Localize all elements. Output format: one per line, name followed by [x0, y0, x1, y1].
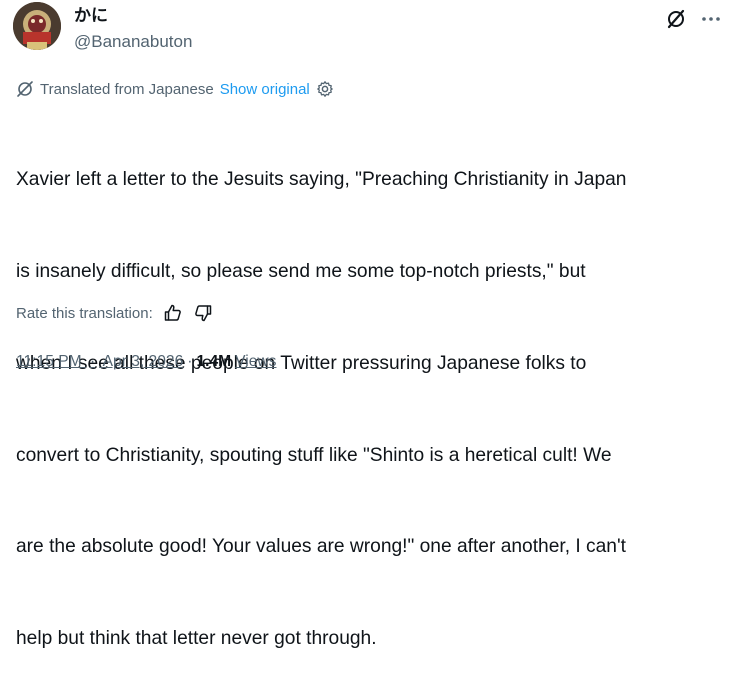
author-display-name[interactable]: かに	[74, 6, 108, 26]
tweet-date[interactable]: Apr 3, 2026	[103, 353, 184, 370]
show-original-link[interactable]: Show original	[220, 81, 310, 98]
tweet-text-line: Xavier left a letter to the Jesuits sayi…	[16, 169, 627, 191]
tweet-text-line: are the absolute good! Your values are w…	[16, 536, 626, 558]
grok-icon[interactable]	[665, 8, 687, 30]
thumbs-down-icon[interactable]	[193, 303, 213, 323]
rate-translation-label: Rate this translation:	[16, 304, 153, 322]
tweet-timestamp[interactable]: 11:15 PM · Apr 3, 2026	[16, 353, 183, 371]
rate-translation-row: Rate this translation:	[16, 301, 213, 325]
thumbs-up-icon[interactable]	[163, 303, 183, 323]
tweet-time[interactable]: 11:15 PM	[16, 353, 82, 370]
meta-separator: ·	[89, 353, 96, 370]
meta-separator: ·	[187, 353, 193, 370]
translation-notice-row: Translated from Japanese Show original	[16, 78, 334, 100]
tweet-text-line: convert to Christianity, spouting stuff …	[16, 444, 612, 466]
gear-icon[interactable]	[316, 80, 334, 98]
tweet-text: Xavier left a letter to the Jesuits sayi…	[16, 104, 716, 685]
views-label[interactable]: Views	[235, 353, 276, 371]
views-count[interactable]: 1.4M	[196, 353, 231, 371]
tweet-meta: 11:15 PM · Apr 3, 2026 · 1.4M Views	[16, 350, 276, 374]
author-handle[interactable]: @Bananabuton	[74, 31, 192, 53]
translation-notice: Translated from Japanese	[40, 80, 214, 98]
avatar[interactable]	[13, 2, 61, 50]
more-icon[interactable]	[700, 8, 722, 30]
tweet-text-line: help but think that letter never got thr…	[16, 628, 377, 650]
translate-icon	[17, 81, 33, 97]
tweet-text-line: is insanely difficult, so please send me…	[16, 260, 586, 282]
